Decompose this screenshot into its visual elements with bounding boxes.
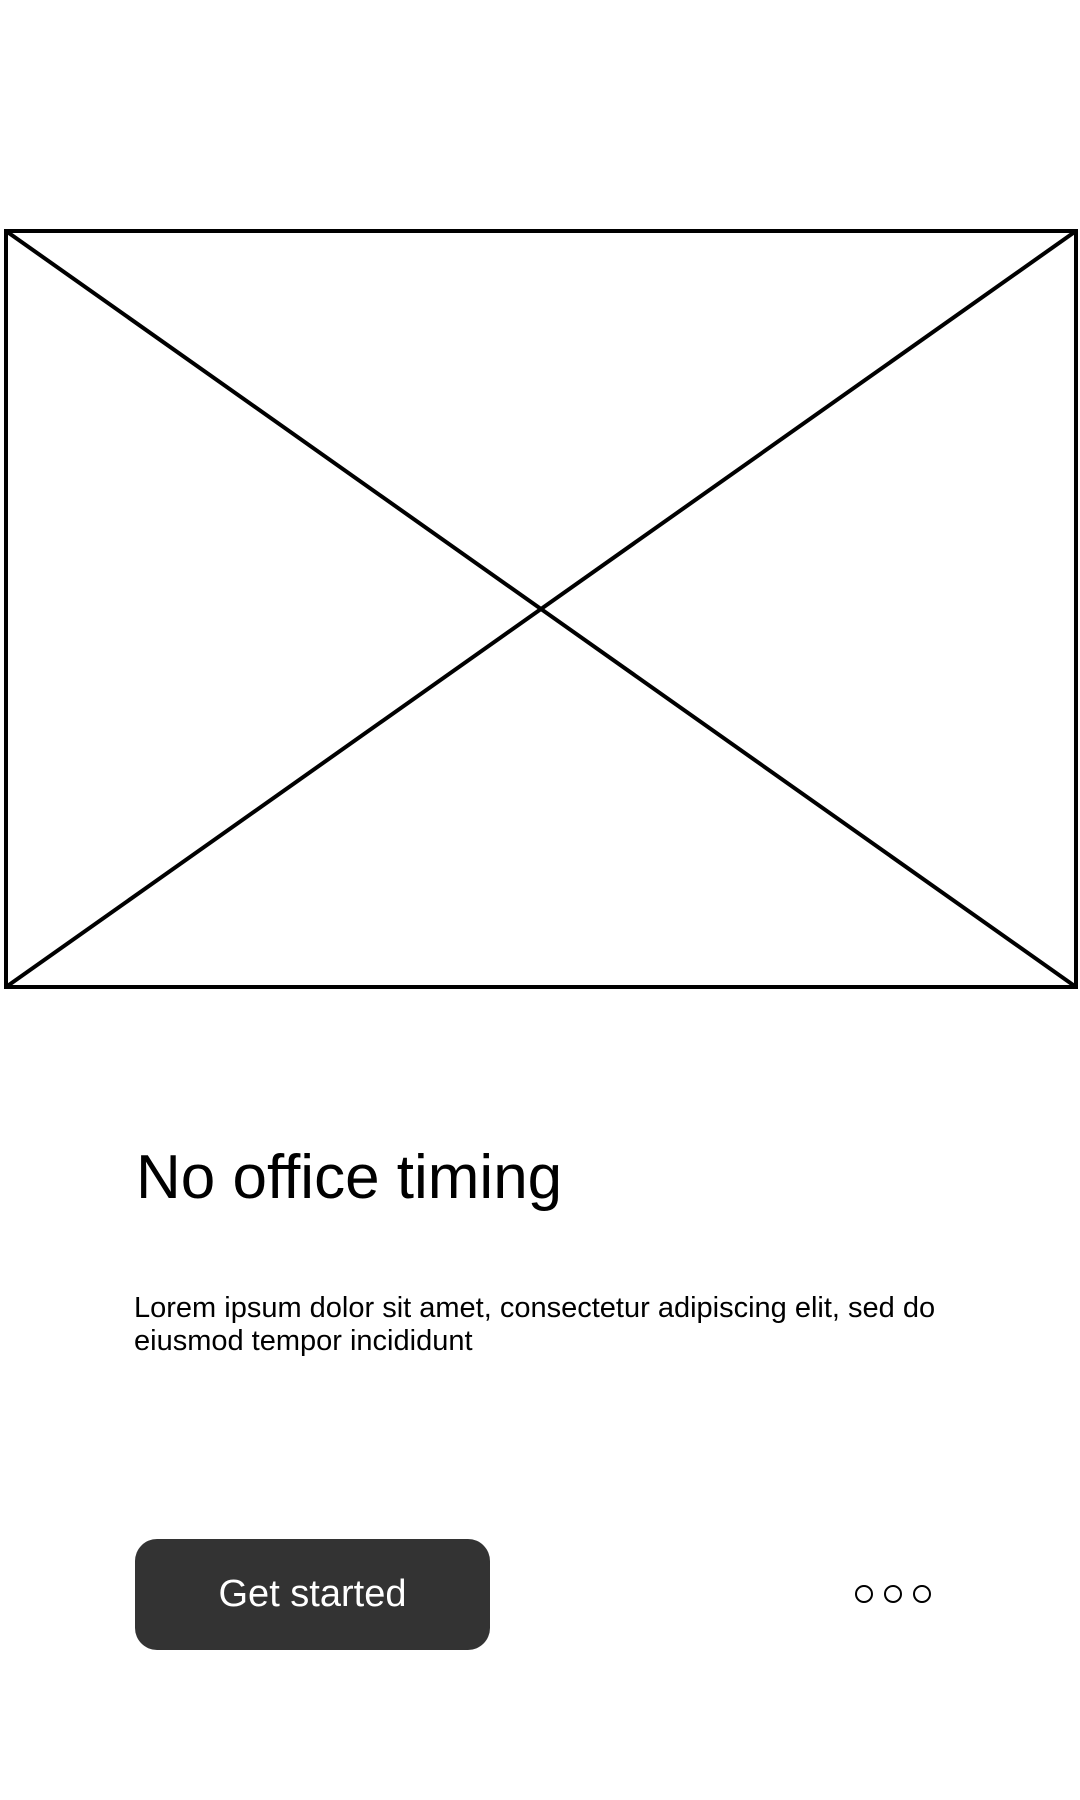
hero-image-placeholder bbox=[4, 229, 1078, 989]
get-started-button[interactable]: Get started bbox=[135, 1539, 490, 1650]
image-placeholder-icon bbox=[4, 229, 1078, 989]
page-indicator bbox=[855, 1583, 931, 1605]
onboarding-description: Lorem ipsum dolor sit amet, consectetur … bbox=[134, 1292, 936, 1357]
onboarding-title: No office timing bbox=[136, 1143, 563, 1212]
page-dot-1[interactable] bbox=[855, 1585, 873, 1603]
page-dot-2[interactable] bbox=[884, 1585, 902, 1603]
page-dot-3[interactable] bbox=[913, 1585, 931, 1603]
